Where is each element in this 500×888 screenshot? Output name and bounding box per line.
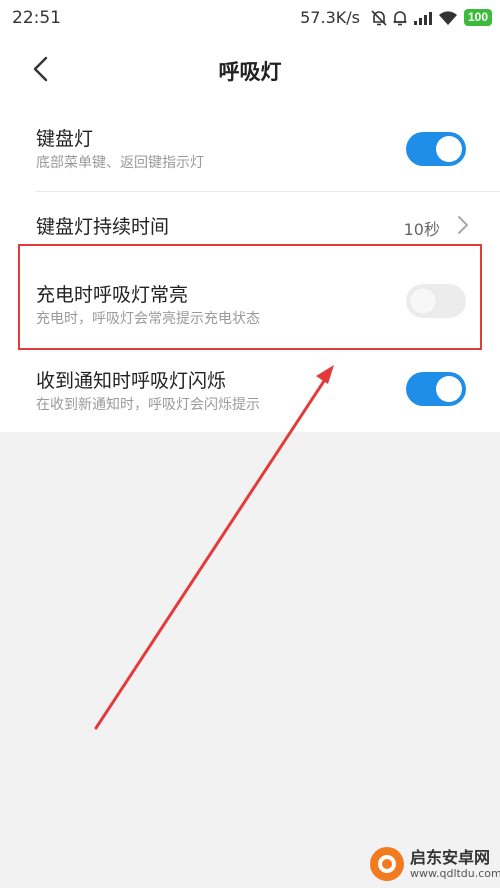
battery-icon: 100 (463, 9, 492, 26)
status-time: 22:51 (12, 8, 61, 28)
watermark-url: www.qdltdu.com (410, 866, 500, 880)
status-bar: 22:51 57.3K/s 100 (0, 0, 500, 36)
charging-light-toggle[interactable] (406, 284, 466, 318)
mute-icon (371, 9, 387, 26)
setting-keyboard-light[interactable]: 键盘灯 底部菜单键、返回键指示灯 (0, 102, 500, 188)
keyboard-light-subtitle: 底部菜单键、返回键指示灯 (36, 155, 204, 171)
toggle-knob (436, 376, 462, 402)
charging-light-subtitle: 充电时，呼吸灯会常亮提示充电状态 (36, 311, 260, 327)
setting-notification-light[interactable]: 收到通知时呼吸灯闪烁 在收到新通知时，呼吸灯会闪烁提示 (0, 352, 500, 432)
status-icons: 57.3K/s 100 (300, 8, 492, 27)
notification-light-title: 收到通知时呼吸灯闪烁 (36, 370, 227, 392)
net-speed: 57.3K/s (300, 8, 360, 27)
charging-light-title: 充电时呼吸灯常亮 (36, 284, 189, 306)
toggle-knob (436, 136, 462, 162)
setting-keyboard-duration[interactable]: 键盘灯持续时间 10秒 (0, 192, 500, 252)
title-bar: 呼吸灯 (0, 36, 500, 102)
signal-icon (413, 11, 432, 25)
keyboard-duration-title: 键盘灯持续时间 (36, 216, 170, 238)
page-title: 呼吸灯 (218, 60, 282, 84)
watermark-logo-icon (370, 847, 404, 881)
wifi-icon (438, 10, 457, 25)
keyboard-duration-value: 10秒 (403, 220, 440, 239)
toggle-knob (410, 288, 436, 314)
notification-light-toggle[interactable] (406, 372, 466, 406)
watermark: 启东安卓网 www.qdltdu.com (370, 845, 500, 883)
notification-light-subtitle: 在收到新通知时，呼吸灯会闪烁提示 (36, 397, 260, 413)
alarm-icon (393, 10, 407, 25)
keyboard-light-toggle[interactable] (406, 132, 466, 166)
setting-charging-light[interactable]: 充电时呼吸灯常亮 充电时，呼吸灯会常亮提示充电状态 (0, 258, 500, 344)
settings-list: 键盘灯 底部菜单键、返回键指示灯 键盘灯持续时间 10秒 充电时呼吸灯常亮 充电… (0, 102, 500, 432)
keyboard-light-title: 键盘灯 (36, 128, 94, 150)
watermark-text: 启东安卓网 www.qdltdu.com (410, 847, 500, 880)
watermark-name: 启东安卓网 (410, 847, 491, 867)
chevron-right-icon (458, 216, 468, 234)
